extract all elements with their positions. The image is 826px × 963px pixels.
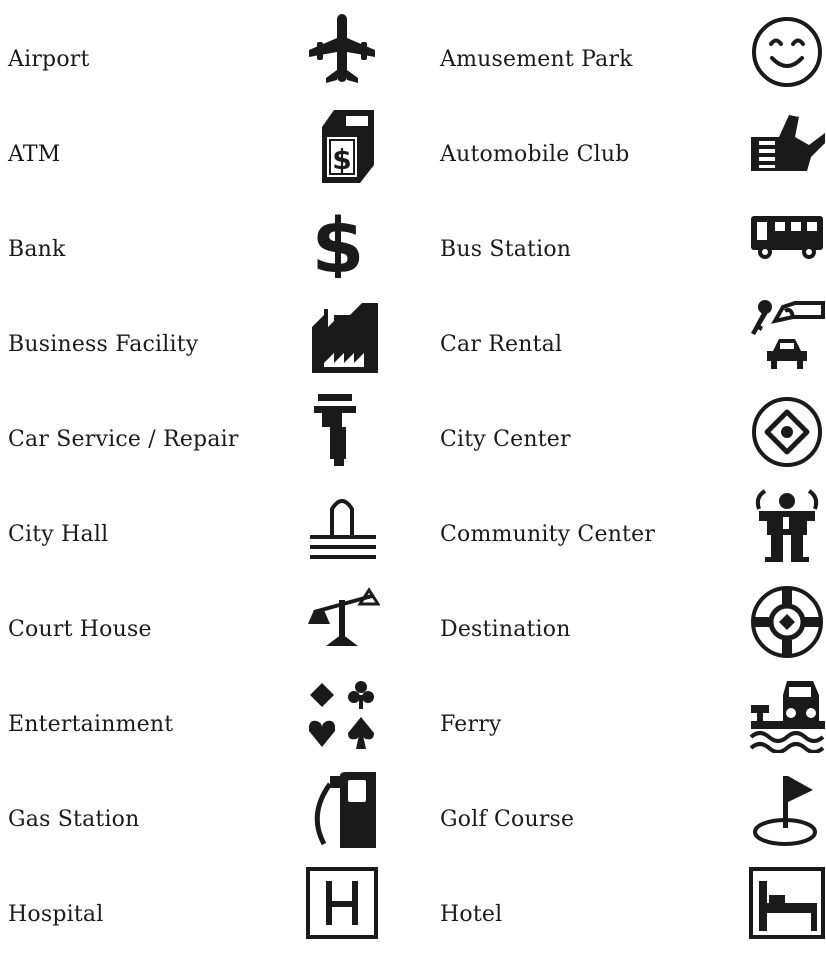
legend-label-car-service: Car Service / Repair	[8, 427, 239, 452]
legend-row: Bank $ Bus Station	[0, 202, 826, 298]
hand-card-icon	[749, 107, 825, 183]
legend-row: Court House Destination	[0, 582, 826, 678]
ferry-icon	[749, 677, 825, 753]
legend-label-city-hall: City Hall	[8, 522, 109, 547]
legend-label-entertainment: Entertainment	[8, 712, 174, 737]
city-hall-icon	[304, 487, 380, 563]
target-circle-icon	[749, 392, 825, 468]
legend-label-hospital: Hospital	[8, 902, 104, 927]
legend-label-gas-station: Gas Station	[8, 807, 140, 832]
dollar-sign-icon: $	[304, 202, 380, 278]
legend-label-destination: Destination	[440, 617, 571, 642]
legend-row: Gas Station Golf Course	[0, 772, 826, 868]
legend-label-business-facility: Business Facility	[8, 332, 199, 357]
legend-row: Hospital Hotel	[0, 867, 826, 963]
legend-label-community-center: Community Center	[440, 522, 656, 547]
bed-icon	[749, 867, 825, 943]
crosshair-icon	[749, 582, 825, 658]
legend-label-golf-course: Golf Course	[440, 807, 575, 832]
legend-row: ATM $ Automobile Club	[0, 107, 826, 203]
legend-row: Entertainment Ferry	[0, 677, 826, 773]
legend-label-car-rental: Car Rental	[440, 332, 563, 357]
legend-label-automobile-club: Automobile Club	[440, 142, 630, 167]
legend-label-bus-station: Bus Station	[440, 237, 572, 262]
legend-row: Airport Amusement Park	[0, 12, 826, 108]
legend-label-amusement-park: Amusement Park	[440, 47, 633, 72]
legend-row: Business Facility Car Rental	[0, 297, 826, 393]
key-car-icon	[749, 297, 825, 373]
legend-row: Car Service / Repair City Center	[0, 392, 826, 488]
smiley-face-icon	[749, 12, 825, 88]
legend-label-bank: Bank	[8, 237, 66, 262]
wrench-clamp-icon	[304, 392, 380, 468]
legend-label-court-house: Court House	[8, 617, 152, 642]
legend-label-ferry: Ferry	[440, 712, 502, 737]
card-suits-icon	[304, 677, 380, 753]
atm-machine-icon: $	[304, 107, 380, 183]
hospital-h-icon	[304, 867, 380, 943]
fuel-pump-icon	[304, 772, 380, 848]
bus-icon	[749, 202, 825, 278]
legend-label-city-center: City Center	[440, 427, 571, 452]
legend-label-hotel: Hotel	[440, 902, 503, 927]
factory-icon	[304, 297, 380, 373]
airplane-icon	[304, 12, 380, 88]
golf-flag-icon	[749, 772, 825, 848]
svg-text:$: $	[332, 143, 351, 176]
scales-icon	[304, 582, 380, 658]
legend-label-airport: Airport	[8, 47, 90, 72]
svg-text:$: $	[312, 202, 365, 278]
person-icon	[749, 487, 825, 563]
legend-row: City Hall Community Center	[0, 487, 826, 583]
legend-label-atm: ATM	[8, 142, 61, 167]
